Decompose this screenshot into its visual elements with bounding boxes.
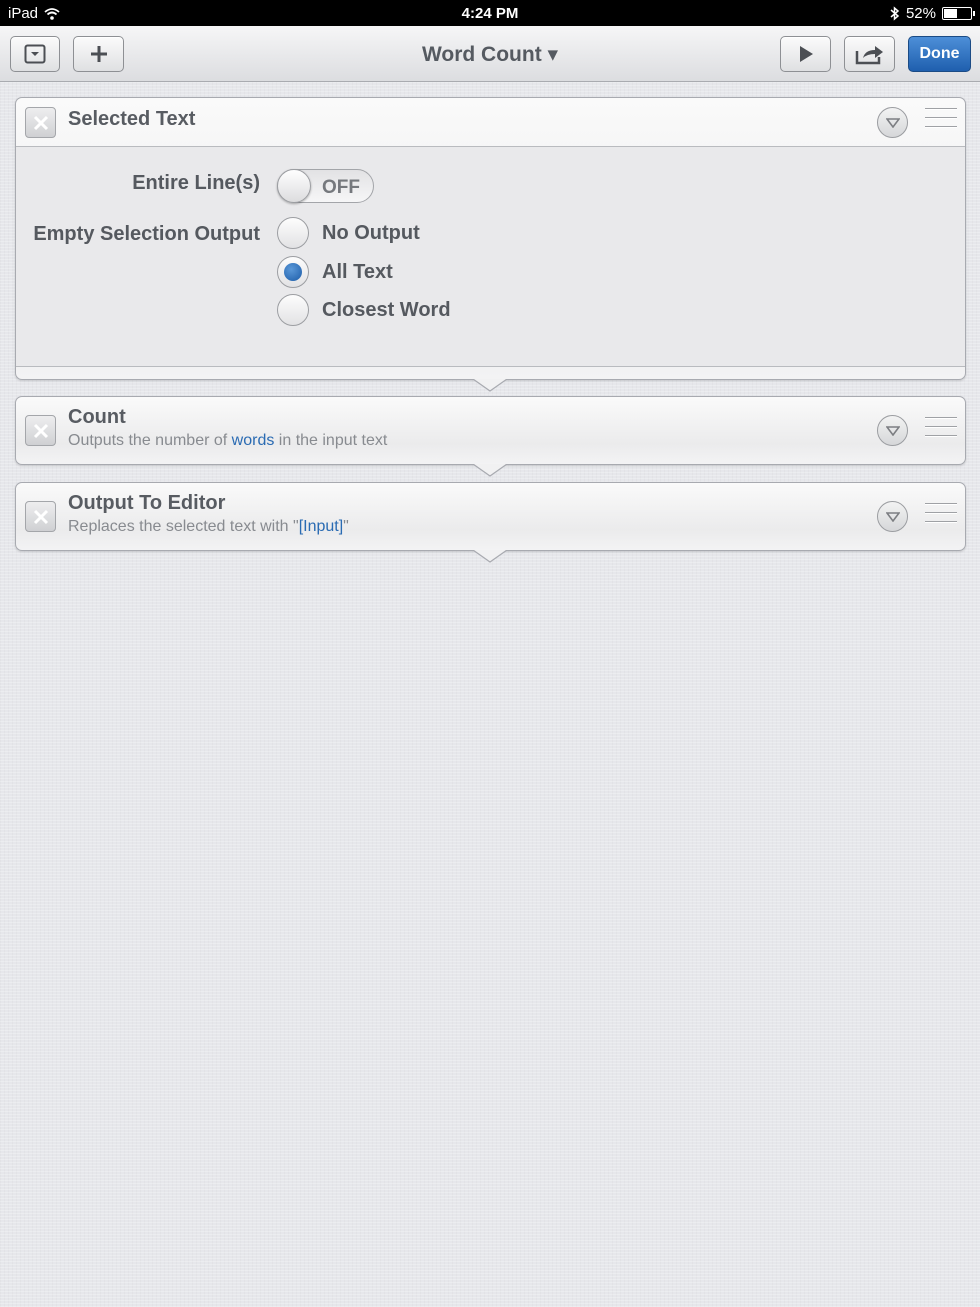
radio-label: No Output	[322, 221, 420, 244]
description-text: "	[343, 518, 349, 535]
action-description: Replaces the selected text with "[Input]…	[68, 518, 349, 536]
radio-no-output[interactable]: No Output	[277, 217, 420, 249]
close-icon	[33, 115, 48, 130]
chevron-down-icon	[885, 511, 900, 522]
chevron-down-icon	[885, 425, 900, 436]
expand-button[interactable]	[877, 501, 908, 532]
status-right: 52%	[890, 5, 975, 22]
status-bar: iPad 4:24 PM 52%	[0, 0, 980, 26]
share-button[interactable]	[844, 36, 895, 72]
card-header: Selected Text	[16, 98, 965, 146]
action-options: Entire Line(s) OFF Empty Selection Outpu…	[16, 146, 965, 367]
description-text: in the input text	[274, 432, 388, 449]
action-card-output-to-editor: Output To Editor Replaces the selected t…	[15, 482, 966, 551]
radio-button-selected[interactable]	[277, 256, 309, 288]
drag-handle-icon[interactable]	[925, 108, 957, 136]
action-title: Selected Text	[68, 108, 196, 130]
bluetooth-icon	[890, 6, 900, 21]
toggle-knob	[277, 169, 311, 203]
radio-all-text[interactable]: All Text	[277, 256, 393, 288]
clock: 4:24 PM	[461, 5, 519, 22]
run-button[interactable]	[780, 36, 831, 72]
workflow-canvas: Selected Text Entire Line(s) OFF Empty S…	[0, 82, 980, 1307]
drag-handle-icon[interactable]	[925, 417, 957, 445]
radio-button[interactable]	[277, 217, 309, 249]
input-variable-link[interactable]: [Input]	[299, 518, 343, 535]
drag-handle-icon[interactable]	[925, 503, 957, 531]
battery-percent: 52%	[905, 5, 936, 22]
empty-selection-label: Empty Selection Output	[33, 223, 260, 245]
share-icon	[855, 46, 883, 65]
description-text: Replaces the selected text with "	[68, 518, 299, 535]
close-icon	[33, 509, 48, 524]
flow-connector-icon	[473, 379, 507, 392]
expand-button[interactable]	[877, 107, 908, 138]
radio-label: Closest Word	[322, 298, 451, 321]
entire-lines-toggle[interactable]: OFF	[277, 169, 374, 203]
battery-level	[944, 9, 957, 18]
action-title: Output To Editor	[68, 492, 226, 514]
toolbar: Word Count ▾ Done	[0, 26, 980, 82]
workflow-title[interactable]: Word Count ▾	[0, 42, 980, 67]
expand-button[interactable]	[877, 415, 908, 446]
flow-connector-icon	[473, 550, 507, 563]
action-card-count: Count Outputs the number of words in the…	[15, 396, 966, 465]
radio-closest-word[interactable]: Closest Word	[277, 294, 451, 326]
action-title: Count	[68, 406, 126, 428]
done-button[interactable]: Done	[908, 36, 971, 72]
words-option-link[interactable]: words	[232, 432, 275, 449]
chevron-down-icon	[885, 117, 900, 128]
radio-button[interactable]	[277, 294, 309, 326]
action-card-selected-text: Selected Text Entire Line(s) OFF Empty S…	[15, 97, 966, 380]
remove-action-button[interactable]	[25, 415, 56, 446]
remove-action-button[interactable]	[25, 501, 56, 532]
battery-icon	[942, 7, 975, 20]
remove-action-button[interactable]	[25, 107, 56, 138]
radio-label: All Text	[322, 260, 393, 283]
radio-selected-dot	[284, 263, 302, 281]
entire-lines-label: Entire Line(s)	[132, 172, 260, 194]
action-description: Outputs the number of words in the input…	[68, 432, 387, 450]
toggle-value: OFF	[322, 177, 360, 198]
play-icon	[799, 46, 813, 62]
flow-connector-icon	[473, 464, 507, 477]
description-text: Outputs the number of	[68, 432, 232, 449]
close-icon	[33, 423, 48, 438]
